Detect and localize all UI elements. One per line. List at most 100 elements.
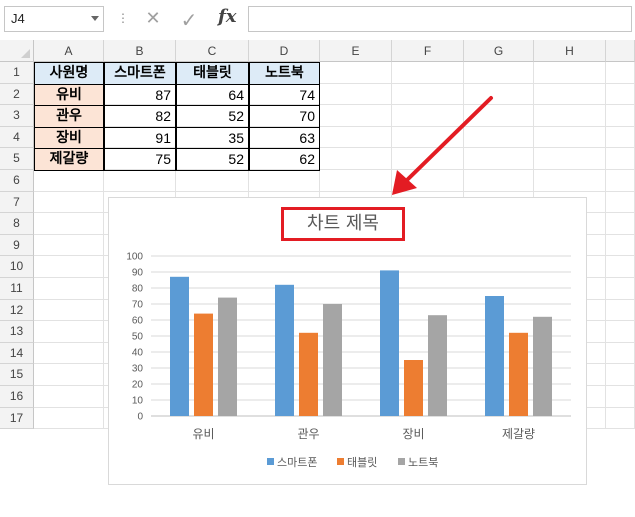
- column-header-partial[interactable]: [606, 40, 635, 62]
- row-header-10[interactable]: 10: [0, 256, 34, 278]
- row-header-3[interactable]: 3: [0, 105, 34, 127]
- sales-value-cell[interactable]: 91: [104, 126, 176, 150]
- grid-cell[interactable]: [392, 62, 464, 84]
- grid-cell[interactable]: [606, 105, 635, 127]
- grid-cell[interactable]: [534, 83, 606, 106]
- grid-cell[interactable]: [34, 234, 104, 257]
- grid-cell[interactable]: [606, 234, 635, 257]
- cancel-icon[interactable]: ✕: [142, 8, 164, 30]
- sales-value-cell[interactable]: 87: [104, 83, 176, 107]
- employee-name-cell[interactable]: 관우: [34, 105, 104, 128]
- grid-cell[interactable]: [464, 62, 534, 84]
- grid-cell[interactable]: [392, 126, 464, 149]
- sales-value-cell[interactable]: 74: [249, 83, 320, 107]
- grid-cell[interactable]: [606, 407, 635, 430]
- grid-cell[interactable]: [34, 321, 104, 343]
- grid-cell[interactable]: [606, 364, 635, 386]
- employee-name-cell[interactable]: 제갈량: [34, 148, 104, 171]
- table-header-cell[interactable]: 노트북: [249, 62, 320, 85]
- chart-object[interactable]: 차트 제목 0 10 20 30 40 50 60 70 80 90 100 유비 관우 장비 제갈량 스마트…: [108, 197, 587, 485]
- grid-cell[interactable]: [320, 62, 392, 84]
- grid-cell[interactable]: [606, 299, 635, 322]
- grid-cell[interactable]: [534, 105, 606, 127]
- grid-cell[interactable]: [606, 278, 635, 300]
- row-header-6[interactable]: 6: [0, 170, 34, 192]
- row-header-5[interactable]: 5: [0, 148, 34, 170]
- sales-value-cell[interactable]: 52: [176, 148, 249, 171]
- grid-cell[interactable]: [392, 105, 464, 127]
- column-header-h[interactable]: H: [534, 40, 606, 62]
- grid-cell[interactable]: [34, 364, 104, 386]
- row-header-9[interactable]: 9: [0, 234, 34, 257]
- name-box[interactable]: J4: [4, 6, 104, 32]
- grid-cell[interactable]: [34, 407, 104, 430]
- grid-cell[interactable]: [464, 83, 534, 106]
- grid-cell[interactable]: [606, 213, 635, 235]
- grid-cell[interactable]: [392, 148, 464, 170]
- column-header-c[interactable]: C: [176, 40, 249, 62]
- grid-cell[interactable]: [534, 170, 606, 192]
- sales-value-cell[interactable]: 75: [104, 148, 176, 171]
- grid-cell[interactable]: [176, 170, 249, 192]
- sales-value-cell[interactable]: 82: [104, 105, 176, 128]
- grid-cell[interactable]: [606, 342, 635, 365]
- column-header-d[interactable]: D: [249, 40, 320, 62]
- grid-cell[interactable]: [320, 148, 392, 170]
- grid-cell[interactable]: [320, 126, 392, 149]
- row-header-13[interactable]: 13: [0, 321, 34, 343]
- sales-value-cell[interactable]: 52: [176, 105, 249, 128]
- sales-value-cell[interactable]: 63: [249, 126, 320, 150]
- row-header-8[interactable]: 8: [0, 213, 34, 235]
- enter-icon[interactable]: ✓: [178, 8, 200, 32]
- grid-cell[interactable]: [34, 299, 104, 322]
- grid-cell[interactable]: [464, 148, 534, 170]
- column-header-b[interactable]: B: [104, 40, 176, 62]
- select-all-corner[interactable]: [0, 40, 34, 62]
- chevron-down-icon[interactable]: [91, 16, 99, 21]
- grid-cell[interactable]: [320, 83, 392, 106]
- grid-cell[interactable]: [34, 278, 104, 300]
- column-header-a[interactable]: A: [34, 40, 104, 62]
- row-header-15[interactable]: 15: [0, 364, 34, 386]
- table-header-cell[interactable]: 사원명: [34, 62, 104, 85]
- sales-value-cell[interactable]: 70: [249, 105, 320, 128]
- grid-cell[interactable]: [606, 83, 635, 106]
- grid-cell[interactable]: [320, 170, 392, 192]
- employee-name-cell[interactable]: 유비: [34, 83, 104, 107]
- grid-cell[interactable]: [606, 191, 635, 214]
- row-header-4[interactable]: 4: [0, 126, 34, 149]
- grid-cell[interactable]: [320, 105, 392, 127]
- grid-cell[interactable]: [104, 170, 176, 192]
- grid-cell[interactable]: [34, 342, 104, 365]
- grid-cell[interactable]: [34, 256, 104, 278]
- grid-cell[interactable]: [34, 213, 104, 235]
- grid-cell[interactable]: [392, 170, 464, 192]
- row-header-12[interactable]: 12: [0, 299, 34, 322]
- grid-cell[interactable]: [606, 256, 635, 278]
- grid-cell[interactable]: [606, 170, 635, 192]
- grid-cell[interactable]: [534, 62, 606, 84]
- row-header-7[interactable]: 7: [0, 191, 34, 214]
- row-header-1[interactable]: 1: [0, 62, 34, 84]
- grid-cell[interactable]: [464, 105, 534, 127]
- table-header-cell[interactable]: 태블릿: [176, 62, 249, 85]
- grid-cell[interactable]: [606, 321, 635, 343]
- table-header-cell[interactable]: 스마트폰: [104, 62, 176, 85]
- grid-cell[interactable]: [464, 126, 534, 149]
- grid-cell[interactable]: [392, 83, 464, 106]
- column-header-f[interactable]: F: [392, 40, 464, 62]
- insert-function-icon[interactable]: fx: [218, 6, 236, 27]
- grid-cell[interactable]: [464, 170, 534, 192]
- grid-cell[interactable]: [34, 386, 104, 408]
- grid-cell[interactable]: [606, 62, 635, 84]
- grid-cell[interactable]: [534, 126, 606, 149]
- row-header-17[interactable]: 17: [0, 407, 34, 430]
- employee-name-cell[interactable]: 장비: [34, 126, 104, 150]
- grid-cell[interactable]: [534, 148, 606, 170]
- grid-cell[interactable]: [249, 170, 320, 192]
- sales-value-cell[interactable]: 64: [176, 83, 249, 107]
- grid-cell[interactable]: [606, 126, 635, 149]
- grid-cell[interactable]: [34, 191, 104, 214]
- row-header-16[interactable]: 16: [0, 386, 34, 408]
- row-header-14[interactable]: 14: [0, 342, 34, 365]
